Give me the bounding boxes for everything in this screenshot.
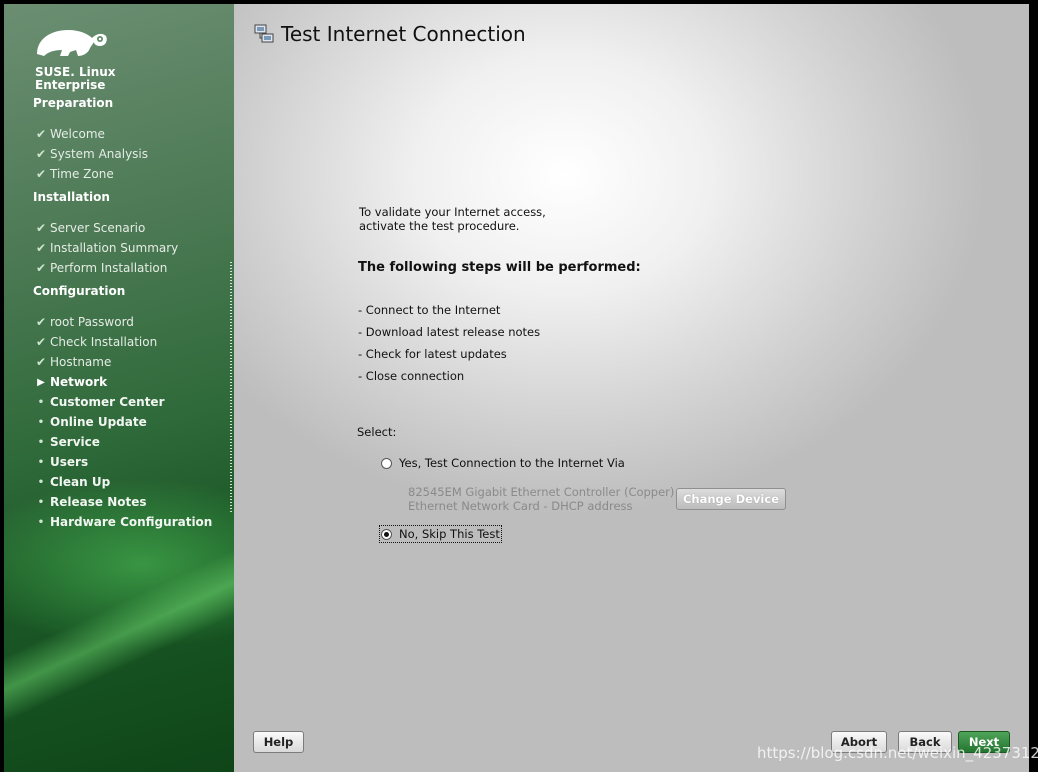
watermark: https://blog.csdn.net/weixin_42373127: [757, 744, 1038, 762]
current-step-arrow-icon: ▶: [37, 376, 45, 388]
step-release-notes: • Release Notes: [32, 492, 147, 512]
radio-circle-selected[interactable]: [381, 528, 392, 540]
checkmark-icon: ✔: [35, 315, 47, 329]
step-label: Server Scenario: [50, 221, 146, 235]
bullet-icon: •: [37, 436, 45, 448]
change-device-button[interactable]: Change Device: [676, 488, 786, 510]
checkmark-icon: ✔: [35, 241, 47, 255]
step-online-update: • Online Update: [32, 412, 147, 432]
section-installation: Installation: [33, 190, 110, 204]
step-label: Release Notes: [50, 495, 147, 509]
checkmark-icon: ✔: [35, 355, 47, 369]
window-right-edge: [1029, 4, 1038, 772]
step-network: ▶ Network: [32, 372, 107, 392]
step-label: Service: [50, 435, 100, 449]
checkmark-icon: ✔: [35, 167, 47, 181]
network-test-icon: [254, 24, 274, 43]
step-clean-up: • Clean Up: [32, 472, 110, 492]
main-content: Test Internet Connection To validate you…: [234, 4, 1029, 772]
step-label: System Analysis: [50, 147, 149, 161]
radio-dot: [384, 531, 389, 537]
device-name: 82545EM Gigabit Ethernet Controller (Cop…: [408, 485, 675, 499]
radio-circle[interactable]: [381, 457, 392, 469]
step-label: Network: [50, 375, 108, 389]
bullet-icon: •: [37, 396, 45, 408]
sidebar-scroll-edge: [230, 262, 232, 514]
step-label: Users: [50, 455, 89, 469]
bullet-icon: •: [37, 516, 45, 528]
page-title-text: Test Internet Connection: [281, 22, 526, 46]
step-installation-summary: ✔ Installation Summary: [32, 238, 178, 258]
checkmark-icon: ✔: [35, 127, 47, 141]
sidebar: SUSE. Linux Enterprise Preparation ✔ Welc…: [4, 4, 234, 772]
step-label: Perform Installation: [50, 261, 168, 275]
step-root-password: ✔ root Password: [32, 312, 134, 332]
step-customer-center: • Customer Center: [32, 392, 165, 412]
section-configuration: Configuration: [33, 284, 126, 298]
intro-line1: To validate your Internet access,: [359, 205, 546, 219]
brand-name: SUSE. Linux Enterprise: [35, 66, 116, 92]
bullet-icon: •: [37, 416, 45, 428]
brand-line2: Enterprise: [35, 78, 106, 92]
step-welcome: ✔ Welcome: [32, 124, 105, 144]
radio-test-connection[interactable]: Yes, Test Connection to the Internet Via: [381, 456, 625, 470]
step-label: Online Update: [50, 415, 147, 429]
device-description: Ethernet Network Card - DHCP address: [408, 499, 633, 513]
step-system-analysis: ✔ System Analysis: [32, 144, 148, 164]
select-label: Select:: [357, 425, 397, 439]
step-service: • Service: [32, 432, 100, 452]
step-label: Time Zone: [50, 167, 114, 181]
bullet-icon: •: [37, 476, 45, 488]
section-preparation: Preparation: [33, 96, 114, 110]
step-label: Clean Up: [50, 475, 111, 489]
step-label: Check Installation: [50, 335, 158, 349]
step-hardware-configuration: • Hardware Configuration: [32, 512, 213, 532]
gecko-icon: [34, 24, 114, 60]
step-label: Hardware Configuration: [50, 515, 213, 529]
radio-test-connection-label[interactable]: Yes, Test Connection to the Internet Via: [399, 456, 625, 470]
procedure-item: - Close connection: [358, 369, 465, 383]
step-label: root Password: [50, 315, 134, 329]
step-check-installation: ✔ Check Installation: [32, 332, 157, 352]
checkmark-icon: ✔: [35, 335, 47, 349]
page-title: Test Internet Connection: [254, 22, 526, 46]
checkmark-icon: ✔: [35, 261, 47, 275]
step-label: Welcome: [50, 127, 105, 141]
steps-heading: The following steps will be performed:: [358, 260, 641, 275]
procedure-item: - Connect to the Internet: [358, 303, 501, 317]
step-label: Installation Summary: [50, 241, 179, 255]
step-label: Customer Center: [50, 395, 165, 409]
checkmark-icon: ✔: [35, 221, 47, 235]
help-button[interactable]: Help: [253, 731, 304, 753]
procedure-item: - Check for latest updates: [358, 347, 507, 361]
procedure-item: - Download latest release notes: [358, 325, 541, 339]
network-device-info: 82545EM Gigabit Ethernet Controller (Cop…: [408, 485, 674, 513]
step-label: Hostname: [50, 355, 112, 369]
bullet-icon: •: [37, 456, 45, 468]
step-perform-installation: ✔ Perform Installation: [32, 258, 167, 278]
step-server-scenario: ✔ Server Scenario: [32, 218, 145, 238]
radio-skip-test[interactable]: No, Skip This Test: [379, 525, 502, 543]
radio-skip-test-label[interactable]: No, Skip This Test: [399, 527, 500, 541]
checkmark-icon: ✔: [35, 147, 47, 161]
step-users: • Users: [32, 452, 88, 472]
intro-line2: activate the test procedure.: [359, 219, 520, 233]
step-hostname: ✔ Hostname: [32, 352, 111, 372]
bullet-icon: •: [37, 496, 45, 508]
step-time-zone: ✔ Time Zone: [32, 164, 114, 184]
